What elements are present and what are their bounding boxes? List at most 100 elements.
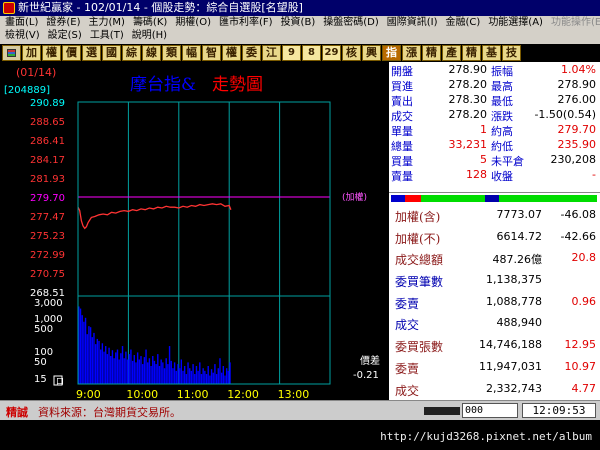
provider-tag: 精誠 — [6, 406, 28, 419]
toolbar-button[interactable]: 類 — [162, 45, 181, 61]
clock-display: 12:09:53 — [522, 403, 596, 418]
menu-bar: 畫面(L) 證券(E) 主力(M) 籌碼(K) 期權(O) 匯市利率(F) 投資(B) 操盤密… — [0, 16, 600, 44]
toolbar-button[interactable]: 線 — [142, 45, 161, 61]
quote-row: 成交 278.20 漲跌 -1.50(0.54) — [389, 107, 600, 123]
time-tick-label: 10:00 — [126, 388, 158, 400]
quote-value: 5 — [480, 153, 487, 166]
index-row: 委賣 11,947,031 10.97 — [389, 356, 600, 378]
price-tick-label: 290.89 — [30, 98, 65, 109]
quote-panel: 開盤 278.90 振幅 1.04% 買進 278.20 最高 278.90 賣出 278.30 最… — [389, 62, 600, 192]
index-row: 成交 488,940 — [389, 312, 600, 334]
menu-item[interactable]: 操盤密碼(D) — [323, 16, 379, 29]
menu-item[interactable]: 說明(H) — [132, 29, 167, 42]
menu-item[interactable]: 主力(M) — [89, 16, 125, 29]
menu-item[interactable]: 國際資訊(I) — [387, 16, 438, 29]
menu-row-main: 畫面(L) 證券(E) 主力(M) 籌碼(K) 期權(O) 匯市利率(F) 投資(B) 操盤密… — [0, 16, 600, 29]
index-label: 成交 — [395, 383, 420, 398]
grid-icon[interactable] — [2, 45, 21, 61]
quote-value: 1 — [480, 123, 487, 136]
toolbar-button[interactable]: 基 — [482, 45, 501, 61]
chart-title: 走勢圖 — [212, 75, 263, 95]
toolbar-button[interactable]: 核 — [342, 45, 361, 61]
reference-label: (加權) — [342, 191, 367, 203]
menu-item[interactable]: 期權(O) — [175, 16, 211, 29]
toolbar-button[interactable]: 技 — [502, 45, 521, 61]
grid-icon-glyph — [7, 49, 16, 57]
volume-unit-label: 口 — [56, 377, 64, 386]
quote-row: 總量 33,231 約低 235.90 — [389, 137, 600, 153]
toolbar-button[interactable]: 權 — [222, 45, 241, 61]
quote-value: -1.50(0.54) — [534, 108, 596, 121]
index-change: 20.8 — [571, 251, 597, 265]
quote-value: 278.20 — [448, 78, 488, 91]
stock-code-input[interactable]: 000 — [462, 403, 518, 418]
buy-sell-bar — [389, 192, 600, 204]
index-label: 委賣 — [395, 296, 420, 311]
toolbar-button[interactable]: 加 — [22, 45, 41, 61]
menu-item[interactable]: 工具(T) — [90, 29, 124, 42]
toolbar-button[interactable]: 29 — [322, 45, 341, 61]
mini-indicator — [424, 407, 460, 415]
index-label: 成交總額 — [395, 253, 444, 268]
toolbar-button[interactable]: 8 — [302, 45, 321, 61]
toolbar-button[interactable]: 精 — [422, 45, 441, 61]
menu-item[interactable]: 功能操作(E) — [551, 16, 600, 29]
stock-name: 摩台指& — [130, 75, 196, 95]
toolbar-button[interactable]: 漲 — [402, 45, 421, 61]
toolbar-button[interactable]: 權 — [42, 45, 61, 61]
intraday-chart[interactable]: (01/14) [204889] 摩台指& 走勢圖 290.89 288.65 28… — [0, 62, 388, 400]
title-bar[interactable]: 新世紀贏家 - 102/01/14 - 個股走勢：綜合自選股[名望股] — [0, 0, 600, 16]
menu-item[interactable]: 檢視(V) — [5, 29, 40, 42]
quote-value: 33,231 — [448, 138, 488, 151]
time-tick-label: 11:00 — [177, 388, 209, 400]
menu-item[interactable]: 投資(B) — [281, 16, 316, 29]
market-index-panel: 加權(含) 7773.07 -46.08 加權(不) 6614.72 -42.66 成交總額… — [389, 204, 600, 400]
index-change: 0.96 — [571, 294, 597, 308]
toolbar-button[interactable]: 9 — [282, 45, 301, 61]
menu-item[interactable]: 設定(S) — [48, 29, 82, 42]
quote-row: 買量 5 未平倉 230,208 — [389, 152, 600, 168]
index-row: 委買筆數 1,138,375 — [389, 269, 600, 291]
index-label: 委賣 — [395, 361, 420, 376]
toolbar-button[interactable]: 選 — [82, 45, 101, 61]
quote-value: 230,208 — [550, 153, 597, 166]
volume-tick-label: 50 — [34, 357, 47, 368]
menu-row-secondary: 檢視(V) 設定(S) 工具(T) 說明(H) — [0, 29, 600, 42]
volume-tick-label: 500 — [34, 324, 53, 335]
toolbar-button[interactable]: 價 — [62, 45, 81, 61]
index-label: 成交 — [395, 318, 420, 333]
toolbar-button[interactable]: 綜 — [122, 45, 141, 61]
date-label: (01/14) — [16, 66, 56, 79]
chart-canvas: (01/14) [204889] 摩台指& 走勢圖 290.89 288.65 28… — [0, 62, 388, 400]
index-value: 14,746,188 — [479, 338, 542, 352]
toolbar-button[interactable]: 興 — [362, 45, 381, 61]
toolbar-button[interactable]: 產 — [442, 45, 461, 61]
menu-item[interactable]: 金融(C) — [446, 16, 481, 29]
marker-bar-segment — [485, 195, 499, 202]
toolbar-button[interactable]: 指 — [382, 45, 401, 61]
menu-item[interactable]: 籌碼(K) — [133, 16, 167, 29]
price-tick-label: 286.41 — [30, 136, 65, 147]
toolbar-button[interactable]: 國 — [102, 45, 121, 61]
menu-item[interactable]: 證券(E) — [46, 16, 80, 29]
toolbar-button[interactable]: 江 — [262, 45, 281, 61]
quote-value: - — [592, 168, 596, 181]
menu-item[interactable]: 匯市利率(F) — [219, 16, 273, 29]
toolbar-button[interactable]: 精 — [462, 45, 481, 61]
toolbar-button[interactable]: 智 — [202, 45, 221, 61]
volume-tick-label: 3,000 — [34, 298, 63, 309]
price-tick-label: 288.65 — [30, 117, 65, 128]
buy-bar-segment — [391, 195, 405, 202]
menu-item[interactable]: 畫面(L) — [5, 16, 38, 29]
index-row: 加權(不) 6614.72 -42.66 — [389, 226, 600, 248]
index-value: 11,947,031 — [479, 359, 542, 373]
menu-item[interactable]: 功能選擇(A) — [488, 16, 543, 29]
toolbar-button[interactable]: 委 — [242, 45, 261, 61]
quick-toolbar: 加權價選國綜線類幅智權委江 9 8 29 核興指漲精產精基技 — [0, 44, 600, 62]
index-value: 488,940 — [496, 316, 543, 330]
index-value: 487.26億 — [492, 253, 543, 267]
toolbar-button[interactable]: 幅 — [182, 45, 201, 61]
index-change: -46.08 — [560, 208, 596, 221]
footer: http://kujd3268.pixnet.net/album — [0, 420, 600, 450]
price-tick-label: 272.99 — [30, 250, 65, 261]
